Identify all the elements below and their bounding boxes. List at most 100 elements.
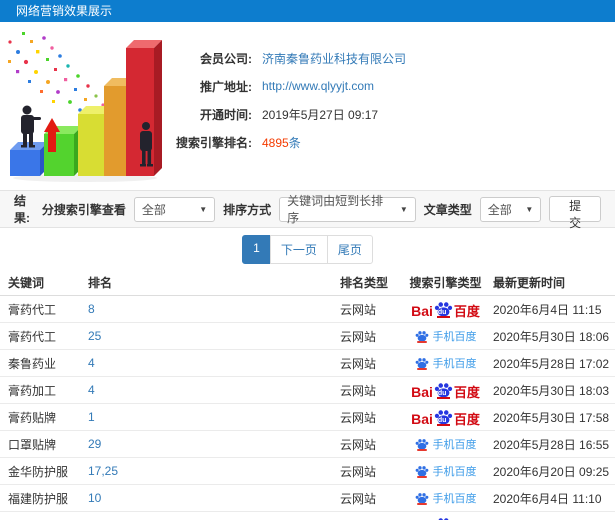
engine-cell: 手机百度	[398, 355, 493, 371]
rank-type-cell: 云网站	[340, 491, 377, 506]
table-row: 膏药代工 8 云网站 Bai du 百度 2020年6月4日 11:15	[0, 296, 615, 323]
rank-count-label: 搜索引擎排名:	[176, 135, 252, 150]
baidu-paw-icon: du	[434, 382, 453, 399]
filter-bar: 结果: 分搜索引擎查看 全部 ▼ 排序方式 关键词由短到长排序 ▼ 文章类型 全部 ▼…	[0, 190, 615, 230]
engine-cell: Baidu百度	[398, 382, 493, 399]
baidu-paw-icon: du	[434, 517, 453, 520]
table-row-partial: Baidu百度	[0, 512, 615, 520]
mobile-baidu-paw-icon	[415, 492, 429, 505]
keyword-cell: 口罩贴牌	[8, 437, 57, 452]
baidu-paw-icon: du	[434, 409, 453, 426]
col-keyword: 关键词	[8, 276, 45, 290]
table-row: 膏药贴牌 1 云网站 Bai du 百度 2020年5月30日 17:58	[0, 404, 615, 431]
submit-button[interactable]: 提交	[549, 196, 602, 230]
company-label: 会员公司:	[200, 51, 252, 66]
updated-cell: 2020年6月4日 11:10	[493, 491, 602, 506]
rank-type-cell: 云网站	[340, 329, 377, 344]
updated-cell: 2020年5月28日 17:02	[493, 356, 610, 371]
page: 网络营销效果展示 会员公司: 济南秦鲁药业科技有限公司 推广地址: http:/…	[0, 0, 615, 520]
updated-cell: 2020年6月4日 11:15	[493, 302, 602, 317]
rank-count-unit: 条	[288, 135, 301, 150]
rank-link[interactable]: 17,25	[88, 464, 118, 478]
page-1-button[interactable]: 1	[242, 234, 271, 264]
open-time-value: 2019年5月27日 09:17	[262, 107, 379, 122]
updated-cell: 2020年5月28日 16:55	[493, 437, 610, 452]
keyword-cell: 金华防护服	[8, 464, 69, 479]
keyword-cell: 福建防护服	[8, 491, 69, 506]
updated-cell: 2020年5月30日 17:58	[493, 410, 610, 425]
rank-type-cell: 云网站	[340, 383, 377, 398]
col-updated: 最新更新时间	[493, 276, 566, 290]
table-row: 口罩贴牌 29 云网站 手机百度 2020年5月28日 16:55	[0, 431, 615, 458]
mobile-baidu-paw-icon	[415, 465, 429, 478]
businessman-left	[21, 105, 41, 148]
keyword-cell: 膏药贴牌	[8, 410, 57, 425]
rank-link[interactable]: 4	[88, 356, 95, 370]
filter-controls: 分搜索引擎查看 全部 ▼ 排序方式 关键词由短到长排序 ▼ 文章类型 全部 ▼ 提交	[42, 194, 602, 230]
table-row: 秦鲁药业 4 云网站 手机百度 2020年5月28日 17:02	[0, 350, 615, 377]
sort-filter-select[interactable]: 关键词由短到长排序 ▼	[279, 194, 416, 225]
company-link[interactable]: 济南秦鲁药业科技有限公司	[262, 50, 406, 67]
profile-fields: 会员公司: 济南秦鲁药业科技有限公司 推广地址: http://www.qlyy…	[170, 44, 406, 156]
keyword-cell: 膏药加工	[8, 383, 57, 398]
result-section-label: 结果:	[14, 194, 30, 225]
engine-cell: Baidu百度	[398, 301, 493, 318]
table-row: 金华防护服 17,25 云网站 手机百度 2020年6月20日 09:25	[0, 458, 615, 485]
rank-link[interactable]: 4	[88, 383, 95, 397]
col-rank-type: 排名类型	[340, 276, 389, 290]
engine-filter-select[interactable]: 全部 ▼	[133, 196, 216, 222]
caret-down-icon: ▼	[199, 204, 208, 214]
col-rank: 排名	[88, 276, 113, 290]
field-company: 会员公司: 济南秦鲁药业科技有限公司	[170, 44, 406, 72]
updated-cell: 2020年6月20日 09:25	[493, 464, 610, 479]
mobile-baidu-paw-icon	[415, 330, 429, 343]
rank-link[interactable]: 29	[88, 437, 101, 451]
baidu-logo: Baidu百度	[411, 382, 480, 400]
rank-type-cell: 云网站	[340, 302, 377, 317]
col-engine-type: 搜索引擎类型	[409, 276, 482, 290]
engine-cell: 手机百度	[398, 436, 493, 452]
rank-link[interactable]: 1	[88, 410, 95, 424]
mobile-baidu-logo: 手机百度	[415, 436, 477, 452]
pagination-block: 1 下一页 尾页	[0, 228, 615, 270]
url-label: 推广地址:	[200, 79, 252, 94]
pagination: 1 下一页 尾页	[242, 234, 373, 264]
promo-url-link[interactable]: http://www.qlyyjt.com	[262, 79, 374, 93]
open-time-label: 开通时间:	[200, 107, 252, 122]
mobile-baidu-logo: 手机百度	[415, 328, 477, 344]
type-filter-label: 文章类型	[423, 202, 472, 217]
rank-link[interactable]: 25	[88, 329, 101, 343]
rank-count-value: 4895条	[262, 134, 301, 151]
rank-link[interactable]: 10	[88, 491, 101, 505]
field-rank-count: 搜索引擎排名: 4895条	[170, 128, 406, 156]
keyword-cell: 秦鲁药业	[8, 356, 57, 371]
keyword-cell: 膏药代工	[8, 329, 57, 344]
updated-cell: 2020年5月30日 18:06	[493, 329, 610, 344]
baidu-logo: Baidu百度	[411, 517, 480, 520]
mobile-baidu-logo: 手机百度	[415, 463, 477, 479]
engine-cell: Baidu百度	[398, 517, 493, 520]
rank-link[interactable]: 8	[88, 302, 95, 316]
baidu-logo: Baidu百度	[411, 409, 480, 427]
table-row: 膏药加工 4 云网站 Bai du 百度 2020年5月30日 18:03	[0, 377, 615, 404]
caret-down-icon: ▼	[399, 204, 408, 214]
rank-type-cell: 云网站	[340, 437, 377, 452]
marketing-chart-image	[8, 32, 162, 182]
field-url: 推广地址: http://www.qlyyjt.com	[170, 72, 406, 100]
engine-cell: 手机百度	[398, 463, 493, 479]
baidu-paw-icon: du	[434, 301, 453, 318]
next-page-button[interactable]: 下一页	[269, 234, 328, 264]
table-header: 关键词 排名 排名类型 搜索引擎类型 最新更新时间	[0, 270, 615, 296]
engine-cell: 手机百度	[398, 490, 493, 506]
sort-filter-label: 排序方式	[223, 202, 272, 217]
rank-type-cell: 云网站	[340, 410, 377, 425]
rank-count-number: 4895	[262, 135, 289, 150]
last-page-button[interactable]: 尾页	[326, 234, 373, 264]
table-row: 膏药代工 25 云网站 手机百度 2020年5月30日 18:06	[0, 323, 615, 350]
type-filter-select[interactable]: 全部 ▼	[479, 196, 542, 222]
profile-section: 会员公司: 济南秦鲁药业科技有限公司 推广地址: http://www.qlyy…	[0, 22, 615, 190]
baidu-logo: Baidu百度	[411, 301, 480, 319]
engine-cell: 手机百度	[398, 328, 493, 344]
rank-type-cell: 云网站	[340, 464, 377, 479]
field-open-time: 开通时间: 2019年5月27日 09:17	[170, 100, 406, 128]
